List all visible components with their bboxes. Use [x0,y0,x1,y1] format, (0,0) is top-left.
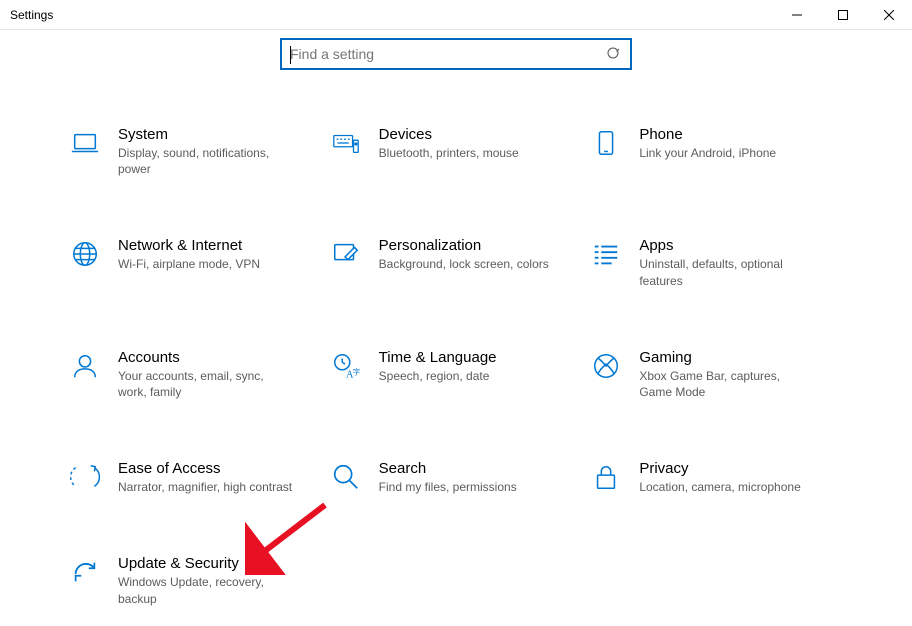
clock-language-icon: A字 [331,349,375,381]
tile-ease-of-access[interactable]: Ease of Access Narrator, magnifier, high… [70,460,321,495]
tile-title: Ease of Access [118,460,292,477]
pen-icon [331,237,375,269]
phone-icon [591,126,635,158]
globe-icon [70,237,114,269]
text-cursor [290,46,291,64]
tile-desc: Uninstall, defaults, optional features [639,256,814,288]
tile-accounts[interactable]: Accounts Your accounts, email, sync, wor… [70,349,321,400]
keyboard-icon [331,126,375,158]
laptop-icon [70,126,114,158]
tile-title: Personalization [379,237,549,254]
tile-desc: Speech, region, date [379,368,497,384]
minimize-button[interactable] [774,0,820,30]
tile-title: Gaming [639,349,814,366]
tile-title: Apps [639,237,814,254]
tile-title: Devices [379,126,519,143]
close-button[interactable] [866,0,912,30]
search-input[interactable] [290,46,606,62]
search-box[interactable] [280,38,632,70]
maximize-button[interactable] [820,0,866,30]
tile-desc: Link your Android, iPhone [639,145,776,161]
list-icon [591,237,635,269]
window-controls [774,0,912,30]
svg-text:字: 字 [352,366,360,376]
tile-apps[interactable]: Apps Uninstall, defaults, optional featu… [591,237,842,288]
tile-desc: Windows Update, recovery, backup [118,574,293,606]
tile-devices[interactable]: Devices Bluetooth, printers, mouse [331,126,582,177]
titlebar: Settings [0,0,912,30]
tile-title: Time & Language [379,349,497,366]
tile-update-security[interactable]: Update & Security Windows Update, recove… [70,555,321,606]
tile-network[interactable]: Network & Internet Wi-Fi, airplane mode,… [70,237,321,288]
tile-title: Accounts [118,349,293,366]
tile-time[interactable]: A字 Time & Language Speech, region, date [331,349,582,400]
settings-grid: System Display, sound, notifications, po… [0,86,912,607]
tile-desc: Your accounts, email, sync, work, family [118,368,293,400]
refresh-icon [70,555,114,587]
tile-desc: Background, lock screen, colors [379,256,549,272]
person-icon [70,349,114,381]
magnifier-icon [331,460,375,492]
tile-search[interactable]: Search Find my files, permissions [331,460,582,495]
lock-icon [591,460,635,492]
window-title: Settings [10,8,53,22]
tile-desc: Find my files, permissions [379,479,517,495]
tile-title: Network & Internet [118,237,260,254]
tile-desc: Narrator, magnifier, high contrast [118,479,292,495]
search-container [0,30,912,86]
tile-desc: Wi-Fi, airplane mode, VPN [118,256,260,272]
tile-desc: Display, sound, notifications, power [118,145,293,177]
tile-title: Update & Security [118,555,293,572]
tile-gaming[interactable]: Gaming Xbox Game Bar, captures, Game Mod… [591,349,842,400]
tile-desc: Xbox Game Bar, captures, Game Mode [639,368,814,400]
tile-privacy[interactable]: Privacy Location, camera, microphone [591,460,842,495]
tile-title: Phone [639,126,776,143]
tile-title: System [118,126,293,143]
tile-title: Search [379,460,517,477]
search-icon [606,46,622,62]
tile-desc: Bluetooth, printers, mouse [379,145,519,161]
tile-personalization[interactable]: Personalization Background, lock screen,… [331,237,582,288]
ease-icon [70,460,114,492]
tile-phone[interactable]: Phone Link your Android, iPhone [591,126,842,177]
tile-system[interactable]: System Display, sound, notifications, po… [70,126,321,177]
tile-title: Privacy [639,460,800,477]
tile-desc: Location, camera, microphone [639,479,800,495]
xbox-icon [591,349,635,381]
